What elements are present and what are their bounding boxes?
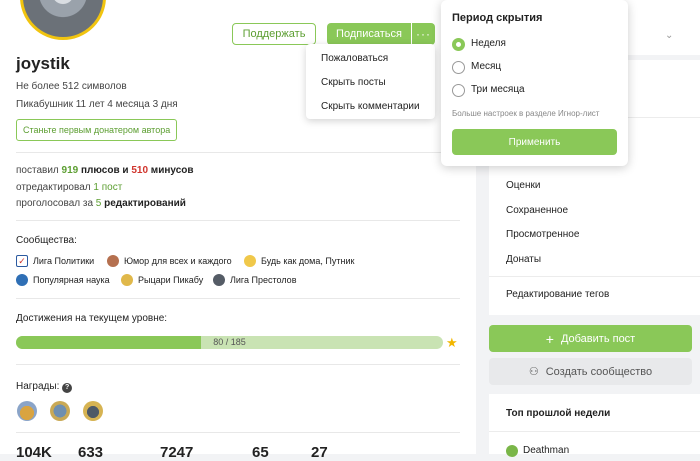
stat-edited: отредактировал 1 пост (16, 182, 123, 193)
top-user-avatar[interactable] (506, 445, 518, 457)
community-add-icon: ⚇ (528, 366, 539, 378)
more-options-button[interactable]: ··· (412, 23, 435, 45)
sidebar-link-edit-tags[interactable]: Редактирование тегов (506, 289, 609, 300)
award-anvil-icon[interactable] (83, 401, 103, 421)
top-user-name[interactable]: Deathman (523, 445, 569, 456)
help-icon[interactable]: ? (62, 383, 73, 393)
award-cake-icon[interactable] (17, 401, 37, 421)
edited-posts-link[interactable]: 1 пост (93, 182, 122, 193)
add-post-button[interactable]: + Добавить пост (489, 325, 692, 352)
knight-icon (121, 274, 133, 286)
community-link[interactable]: Популярная наука (16, 274, 110, 286)
sidebar-link-donations[interactable]: Донаты (506, 254, 541, 265)
sidebar-link-saved[interactable]: Сохраненное (506, 205, 568, 216)
menu-item-hide-posts[interactable]: Скрыть посты (321, 77, 386, 88)
divider (16, 152, 460, 153)
checkmark-icon: ✓ (16, 255, 28, 267)
planet-icon (16, 274, 28, 286)
communities-title: Сообщества: (16, 235, 77, 246)
sidebar-link-viewed[interactable]: Просмотренное (506, 229, 579, 240)
first-donor-button[interactable]: Станьте первым донатером автора (16, 119, 178, 141)
hide-period-popup: Период скрытия Неделя Месяц Три месяца Б… (441, 0, 628, 166)
create-community-label: Создать сообщество (545, 365, 653, 378)
bio: Не более 512 символов (16, 81, 127, 92)
community-link[interactable]: ✓ Лига Политики (16, 255, 94, 267)
donate-button[interactable]: Поддержать (232, 23, 316, 45)
progress-text: 80 / 185 (213, 337, 246, 347)
counter-subscribers: 633 (78, 444, 104, 461)
community-link[interactable]: Юмор для всех и каждого (107, 255, 232, 267)
stat-votes-given: поставил 919 плюсов и 510 минусов (16, 165, 194, 176)
member-since: Пикабушник 11 лет 4 месяца 3 дня (16, 99, 178, 110)
community-avatar-icon (107, 255, 119, 267)
award-number-icon[interactable] (50, 401, 70, 421)
top-week-divider (489, 431, 700, 432)
top-week-title: Топ прошлой недели (506, 408, 611, 419)
community-link[interactable]: Будь как дома, Путник (244, 255, 354, 267)
sidebar-link-ratings[interactable]: Оценки (506, 180, 540, 191)
achievements-progress-bar: 80 / 185 (16, 336, 443, 349)
counter-hot: 27 (311, 444, 328, 461)
divider (16, 364, 460, 365)
radio-three-months[interactable] (452, 84, 465, 97)
counter-posts: 65 (252, 444, 269, 461)
add-post-label: Добавить пост (560, 332, 636, 345)
radio-week[interactable] (452, 38, 465, 51)
apply-button[interactable]: Применить (452, 129, 617, 155)
pluses-count: 919 (61, 165, 79, 176)
divider (16, 298, 460, 299)
popup-title: Период скрытия (452, 12, 543, 24)
subscribe-button[interactable]: Подписаться (327, 23, 411, 45)
top-week-panel: Топ прошлой недели Deathman (489, 394, 700, 457)
menu-item-hide-comments[interactable]: Скрыть комментарии (321, 101, 420, 112)
divider (16, 220, 460, 221)
create-community-button[interactable]: ⚇ Создать сообщество (489, 358, 692, 385)
radio-week-label[interactable]: Неделя (471, 38, 506, 49)
minuses-count: 510 (131, 165, 149, 176)
awards-title: Награды: ? (16, 381, 73, 393)
chevron-down-icon[interactable]: ⌄ (665, 30, 673, 41)
menu-item-report[interactable]: Пожаловаться (321, 53, 388, 64)
username: joystik (16, 54, 70, 73)
sidebar-divider (489, 276, 700, 277)
star-icon: ★ (446, 335, 458, 350)
votes-count: 5 (95, 198, 102, 209)
sun-icon (244, 255, 256, 267)
ignore-list-hint: Больше настроек в разделе Игнор-лист (452, 109, 600, 118)
radio-three-months-label[interactable]: Три месяца (471, 84, 525, 95)
achievements-title: Достижения на текущем уровне: (16, 313, 168, 324)
divider (16, 432, 460, 433)
counter-comments: 7247 (160, 444, 194, 461)
throne-icon (213, 274, 225, 286)
community-link[interactable]: Рыцари Пикабу (121, 274, 203, 286)
radio-month-label[interactable]: Месяц (471, 61, 501, 72)
plus-icon: + (545, 330, 554, 347)
stat-voted-edits: проголосовал за 5 редактирований (16, 198, 186, 209)
avatar[interactable] (20, 0, 106, 40)
radio-month[interactable] (452, 61, 465, 74)
more-options-menu: Пожаловаться Скрыть посты Скрыть коммент… (306, 44, 435, 119)
community-link[interactable]: Лига Престолов (213, 274, 296, 286)
counter-rating: 104K (16, 444, 52, 461)
